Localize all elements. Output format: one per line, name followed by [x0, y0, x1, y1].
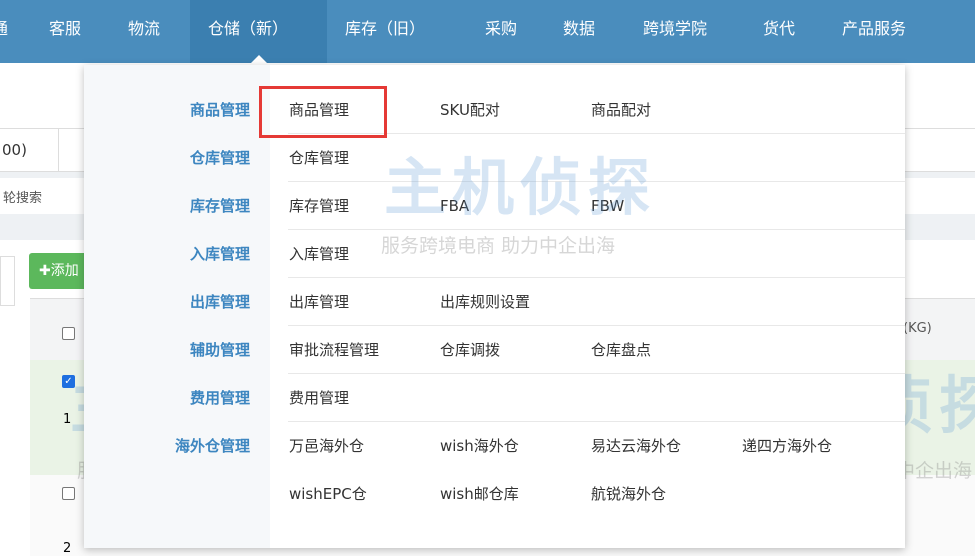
menu-link[interactable]: 仓库盘点 [591, 326, 651, 374]
menu-row: 仓库管理 仓库管理 [84, 134, 905, 182]
column-weight: (KG) [903, 321, 932, 336]
menu-link[interactable]: wishEPC仓 [289, 470, 367, 518]
menu-category[interactable]: 商品管理 [190, 86, 250, 134]
plus-icon: ✚ [39, 263, 51, 279]
nav-item-warehouse-new[interactable]: 仓储（新） [190, 0, 327, 63]
row-checkbox-checked[interactable]: ✓ [62, 375, 75, 388]
menu-row: 商品管理 商品管理 SKU配对 商品配对 [84, 86, 905, 134]
menu-link[interactable]: FBA [440, 182, 469, 230]
menu-row: 库存管理 库存管理 FBA FBW [84, 182, 905, 230]
menu-link[interactable]: FBW [591, 182, 624, 230]
top-nav: 通 客服 物流 仓储（新） 库存（旧） 采购 数据 跨境学院 货代 产品服务 [0, 0, 975, 64]
nav-item-freight[interactable]: 货代 [763, 0, 795, 63]
menu-link[interactable]: 库存管理 [289, 182, 349, 230]
menu-row: 出库管理 出库管理 出库规则设置 [84, 278, 905, 326]
menu-link[interactable]: 费用管理 [289, 374, 349, 422]
menu-link[interactable]: wish海外仓 [440, 422, 519, 470]
menu-row: 海外仓管理 万邑海外仓 wish海外仓 易达云海外仓 递四方海外仓 [84, 422, 905, 470]
add-label: 添加 [50, 263, 79, 279]
menu-row: 辅助管理 审批流程管理 仓库调拨 仓库盘点 [84, 326, 905, 374]
nav-item-customer-service[interactable]: 客服 [49, 0, 81, 63]
menu-category[interactable]: 费用管理 [190, 374, 250, 422]
menu-row: 入库管理 入库管理 [84, 230, 905, 278]
menu-link[interactable]: 出库管理 [289, 278, 349, 326]
menu-category[interactable]: 辅助管理 [190, 326, 250, 374]
nav-item-academy[interactable]: 跨境学院 [643, 0, 707, 63]
menu-link[interactable]: 仓库管理 [289, 134, 349, 182]
filter-value: 00) [2, 141, 27, 159]
search-placeholder: 轮搜索 [3, 191, 43, 206]
nav-item-inventory-old[interactable]: 库存（旧） [345, 0, 425, 63]
nav-item-logistics[interactable]: 物流 [128, 0, 160, 63]
menu-link[interactable]: 入库管理 [289, 230, 349, 278]
nav-item-0[interactable]: 通 [0, 0, 8, 63]
menu-link[interactable]: 仓库调拨 [440, 326, 500, 374]
warehouse-dropdown-menu: 商品管理 商品管理 SKU配对 商品配对 仓库管理 仓库管理 库存管理 库存管理 FBA FBW 入… [84, 65, 905, 548]
menu-link[interactable]: SKU配对 [440, 86, 500, 134]
menu-link[interactable]: 万邑海外仓 [289, 422, 364, 470]
row-number: 1 [63, 412, 72, 427]
menu-link[interactable]: 航锐海外仓 [591, 470, 666, 518]
menu-category[interactable]: 出库管理 [190, 278, 250, 326]
menu-row: wishEPC仓 wish邮仓库 航锐海外仓 [84, 470, 905, 518]
menu-category[interactable]: 库存管理 [190, 182, 250, 230]
menu-category[interactable]: 仓库管理 [190, 134, 250, 182]
menu-link[interactable]: 商品配对 [591, 86, 651, 134]
highlight-box [259, 86, 387, 138]
nav-item-data[interactable]: 数据 [563, 0, 595, 63]
row-number: 2 [63, 541, 72, 556]
nav-item-product-service[interactable]: 产品服务 [842, 0, 906, 63]
select-all-checkbox[interactable] [62, 327, 75, 340]
menu-link[interactable]: 审批流程管理 [289, 326, 379, 374]
menu-link[interactable]: 递四方海外仓 [742, 422, 832, 470]
row-checkbox[interactable] [62, 487, 75, 500]
menu-link[interactable]: 易达云海外仓 [591, 422, 681, 470]
menu-link[interactable]: wish邮仓库 [440, 470, 519, 518]
menu-row: 费用管理 费用管理 [84, 374, 905, 422]
nav-item-purchase[interactable]: 采购 [485, 0, 517, 63]
menu-category[interactable]: 海外仓管理 [175, 422, 250, 470]
menu-link[interactable]: 出库规则设置 [440, 278, 530, 326]
menu-category[interactable]: 入库管理 [190, 230, 250, 278]
